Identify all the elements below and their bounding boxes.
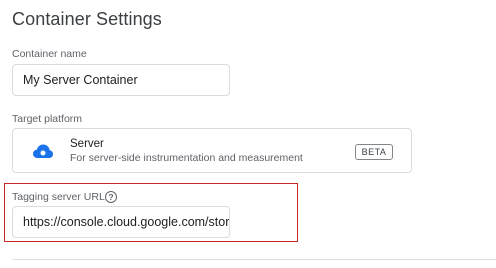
platform-name: Server [70,138,104,150]
cloud-icon [33,144,53,158]
tagging-server-input[interactable]: https://console.cloud.google.com/stora [12,206,230,238]
target-platform-label: Target platform [12,113,83,125]
container-name-value: My Server Container [23,73,138,87]
container-name-input[interactable]: My Server Container [12,64,230,96]
tagging-server-label: Tagging server URL [12,191,105,203]
tagging-server-value: https://console.cloud.google.com/stora [23,215,230,229]
divider [12,259,496,260]
platform-card[interactable]: Server For server-side instrumentation a… [12,128,412,173]
container-name-label: Container name [12,48,87,60]
page-title: Container Settings [12,9,162,29]
platform-description: For server-side instrumentation and meas… [70,152,303,164]
beta-badge: BETA [355,144,393,160]
help-icon[interactable]: ? [105,191,117,203]
